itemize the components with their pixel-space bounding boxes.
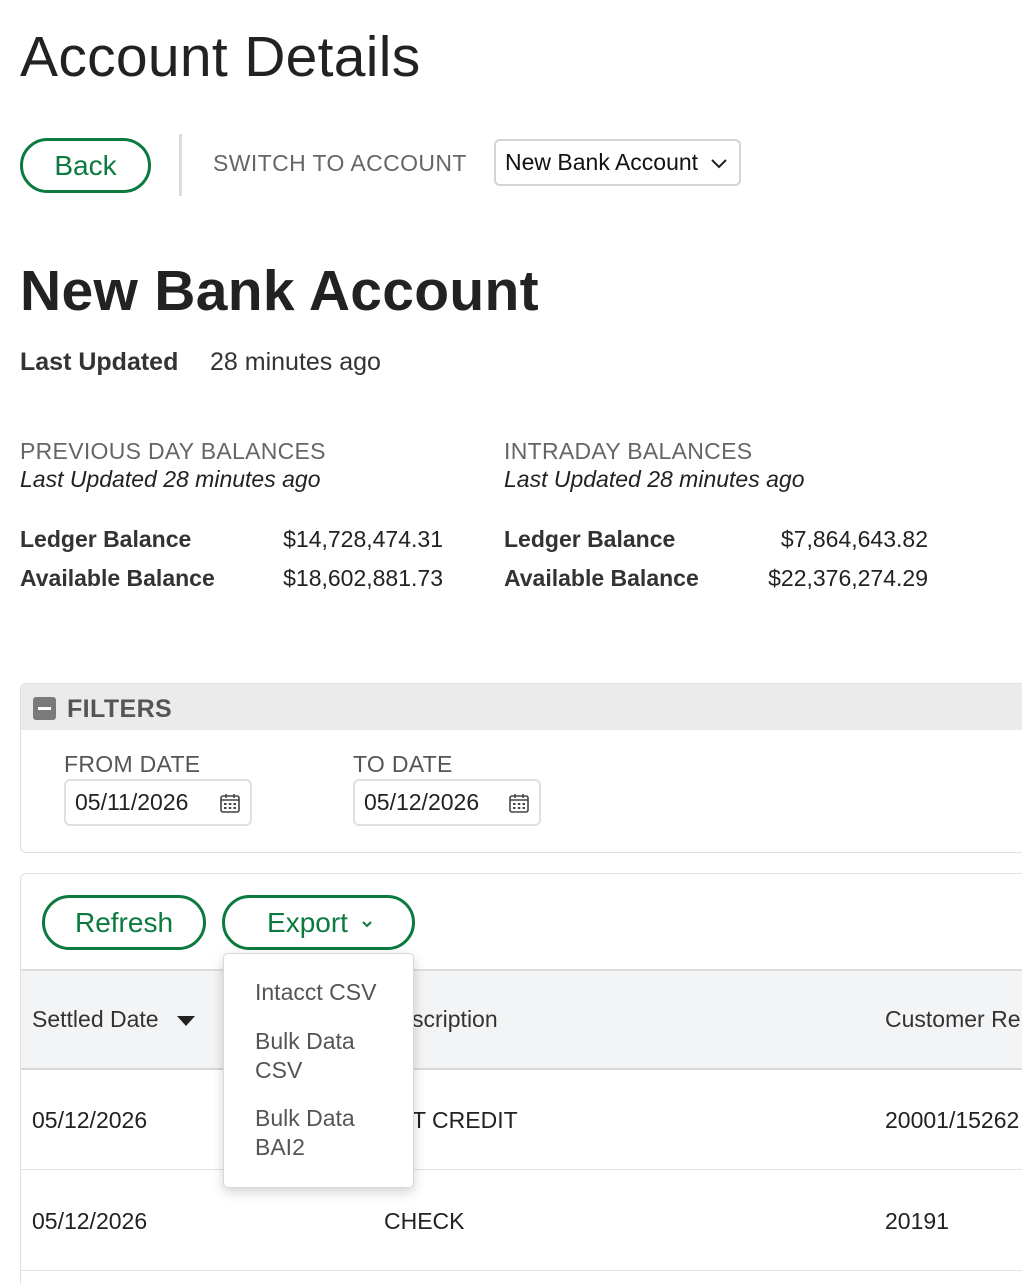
row-1-description: T CREDIT: [412, 1107, 518, 1133]
calendar-icon[interactable]: [218, 791, 242, 815]
export-menu-item-intacct-csv[interactable]: Intacct CSV: [255, 978, 395, 1007]
intraday-ledger-value: $7,864,643.82: [780, 526, 928, 552]
previous-ledger-value: $14,728,474.31: [283, 526, 443, 552]
chevron-down-icon: [711, 159, 727, 169]
switch-account-label: SWITCH TO ACCOUNT: [213, 150, 467, 176]
row-divider: [21, 1169, 1022, 1170]
account-select-value: New Bank Account: [505, 149, 699, 175]
to-date-value: 05/12/2026: [364, 789, 480, 815]
row-2-date: 05/12/2026: [32, 1208, 148, 1234]
last-updated-value: 28 minutes ago: [210, 348, 381, 376]
previous-day-updated: Last Updated 28 minutes ago: [20, 466, 321, 492]
sort-desc-icon[interactable]: [176, 1014, 196, 1028]
row-2-customer-ref: 20191: [885, 1208, 949, 1234]
export-label: Export: [267, 906, 348, 938]
row-1-customer-ref: 20001/15262: [885, 1107, 1020, 1133]
calendar-icon[interactable]: [507, 791, 531, 815]
to-date-input[interactable]: 05/12/2026: [353, 779, 541, 826]
page-title: Account Details: [20, 25, 421, 89]
row-1-date: 05/12/2026: [32, 1107, 148, 1133]
chevron-down-icon: [362, 921, 372, 928]
export-menu-item-bulk-bai2[interactable]: Bulk Data BAI2: [255, 1104, 375, 1162]
row-divider: [21, 1270, 1022, 1271]
intraday-heading: INTRADAY BALANCES: [504, 438, 753, 464]
column-settled-date[interactable]: Settled Date: [32, 1006, 159, 1033]
account-details-page: Account Details Back SWITCH TO ACCOUNT N…: [0, 0, 1022, 1284]
to-date-label: TO DATE: [353, 751, 453, 777]
export-menu-item-bulk-csv[interactable]: Bulk Data CSV: [255, 1027, 375, 1085]
from-date-input[interactable]: 05/11/2026: [64, 779, 252, 826]
previous-day-heading: PREVIOUS DAY BALANCES: [20, 438, 326, 464]
intraday-ledger-label: Ledger Balance: [504, 526, 676, 552]
intraday-updated: Last Updated 28 minutes ago: [504, 466, 805, 492]
row-2-description: CHECK: [384, 1208, 465, 1234]
intraday-available-value: $22,376,274.29: [768, 565, 928, 591]
from-date-value: 05/11/2026: [75, 789, 189, 815]
intraday-available-label: Available Balance: [504, 565, 699, 591]
column-customer-ref[interactable]: Customer Re: [885, 1006, 1020, 1033]
export-button[interactable]: Export: [222, 895, 415, 950]
previous-available-label: Available Balance: [20, 565, 215, 591]
export-menu: Intacct CSV Bulk Data CSV Bulk Data BAI2: [223, 953, 414, 1188]
last-updated-label: Last Updated: [20, 348, 179, 376]
from-date-label: FROM DATE: [64, 751, 201, 777]
filters-title: FILTERS: [67, 695, 173, 723]
column-description[interactable]: scription: [412, 1006, 498, 1033]
filters-header[interactable]: FILTERS: [21, 684, 1022, 730]
account-select[interactable]: New Bank Account: [494, 139, 741, 186]
refresh-button[interactable]: Refresh: [42, 895, 206, 950]
previous-available-value: $18,602,881.73: [283, 565, 443, 591]
toolbar-divider: [179, 134, 182, 196]
collapse-minus-icon[interactable]: [33, 697, 56, 720]
previous-ledger-label: Ledger Balance: [20, 526, 192, 552]
account-name: New Bank Account: [20, 259, 539, 323]
table-header: [21, 969, 1022, 1070]
back-button[interactable]: Back: [20, 138, 151, 193]
